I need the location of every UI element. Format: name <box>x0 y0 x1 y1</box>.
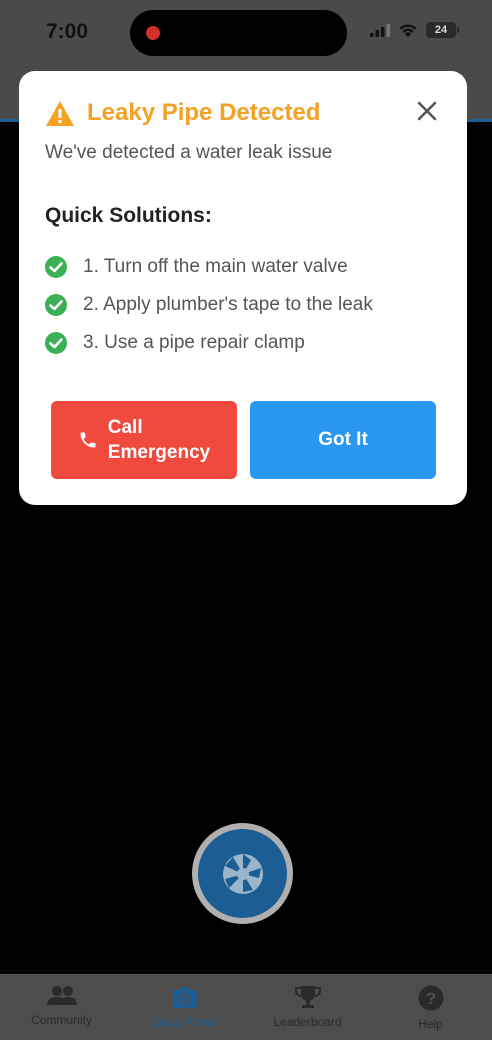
solution-text: 1. Turn off the main water valve <box>83 256 348 277</box>
tab-label: Leaderboard <box>273 1015 342 1029</box>
close-icon[interactable] <box>415 99 439 123</box>
status-time: 7:00 <box>46 20 89 43</box>
people-icon <box>46 986 77 1005</box>
solutions-list: 1. Turn off the main water valve 2. Appl… <box>45 248 373 362</box>
check-circle-icon <box>45 256 67 278</box>
tab-label: Help <box>418 1017 443 1031</box>
list-item: 3. Use a pipe repair clamp <box>45 324 373 362</box>
solutions-heading: Quick Solutions: <box>45 204 212 227</box>
aperture-icon <box>222 853 263 894</box>
tab-leaderboard[interactable]: Leaderboard <box>246 975 369 1040</box>
camera-icon <box>172 987 197 1008</box>
call-emergency-button[interactable]: Call Emergency <box>51 401 237 479</box>
tab-community[interactable]: Community <box>0 975 123 1040</box>
tab-label: Community <box>31 1013 92 1027</box>
recording-indicator <box>146 26 160 40</box>
list-item: 2. Apply plumber's tape to the leak <box>45 286 373 324</box>
phone-icon <box>80 432 96 448</box>
svg-text:?: ? <box>425 989 435 1008</box>
got-it-button[interactable]: Got It <box>250 401 436 479</box>
status-bar: 7:00 24 <box>0 0 492 64</box>
check-circle-icon <box>45 332 67 354</box>
check-circle-icon <box>45 294 67 316</box>
battery-indicator: 24 <box>426 22 459 38</box>
dialog-title: Leaky Pipe Detected <box>87 99 321 126</box>
dynamic-island <box>130 10 347 56</box>
signal-icon <box>370 24 390 37</box>
shutter-button[interactable] <box>192 823 293 924</box>
dialog-header: Leaky Pipe Detected <box>45 99 320 127</box>
wifi-icon <box>399 23 417 37</box>
warning-icon <box>46 100 74 126</box>
list-item: 1. Turn off the main water valve <box>45 248 373 286</box>
dialog-subtitle: We've detected a water leak issue <box>45 142 333 163</box>
leak-alert-dialog: Leaky Pipe Detected We've detected a wat… <box>19 71 467 505</box>
solution-text: 3. Use a pipe repair clamp <box>83 332 305 353</box>
status-icons: 24 <box>370 22 459 38</box>
tab-snap-photo[interactable]: Snap Photo <box>123 975 246 1040</box>
bottom-tab-bar: Community Snap Photo Leaderboard ? Help <box>0 974 492 1040</box>
solution-text: 2. Apply plumber's tape to the leak <box>83 294 373 315</box>
help-icon: ? <box>418 985 443 1011</box>
tab-label: Snap Photo <box>153 1015 216 1029</box>
trophy-icon <box>294 986 321 1008</box>
tab-help[interactable]: ? Help <box>369 975 492 1040</box>
call-emergency-label: Call Emergency <box>107 417 211 463</box>
